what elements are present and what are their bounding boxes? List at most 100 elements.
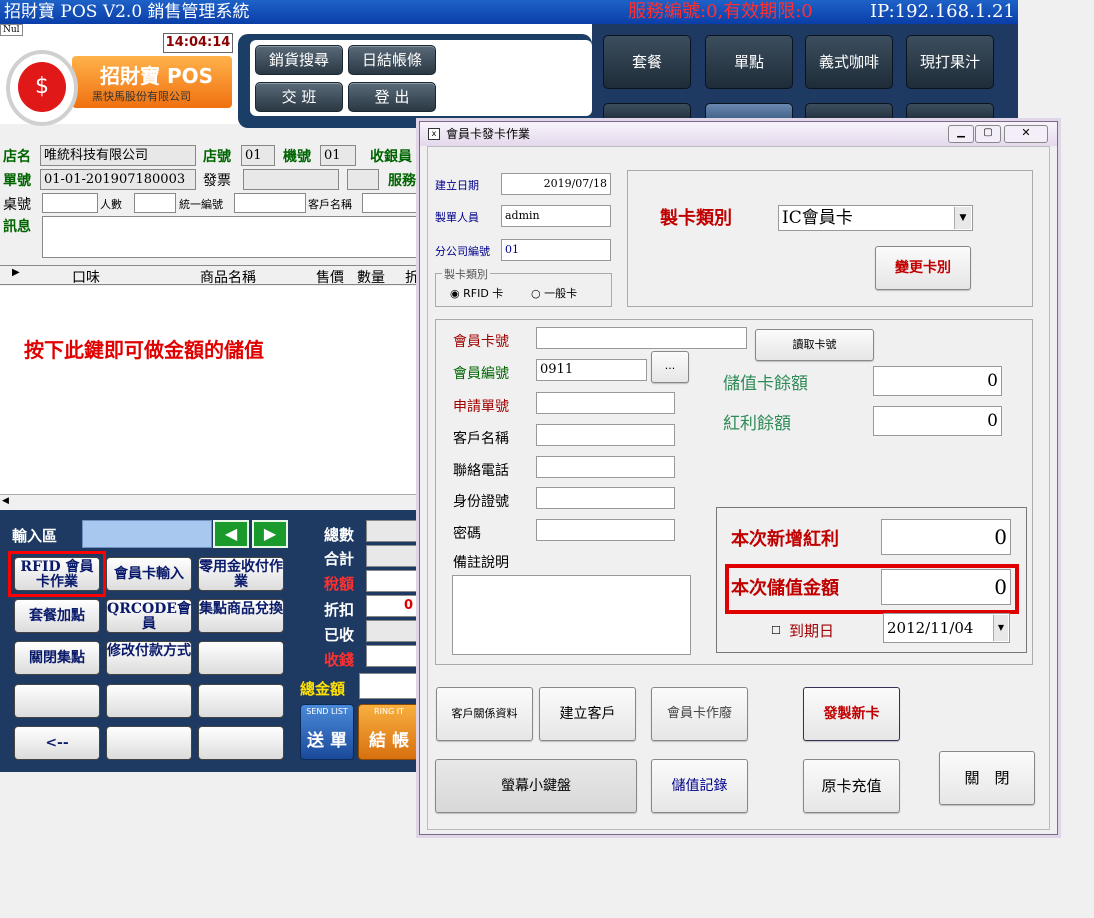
branch-field[interactable]: 01 [501, 239, 611, 261]
minimize-icon[interactable]: ▁ [948, 125, 974, 143]
arrow-left-button[interactable]: ◀ [213, 520, 249, 548]
issue-new-card-button[interactable]: 發製新卡 [803, 687, 900, 741]
close-points-button[interactable]: 關閉集點 [14, 641, 100, 675]
grand-total-field [359, 673, 420, 699]
radio-rfid[interactable]: ◉ RFID 卡 [450, 285, 503, 301]
change-card-type-button[interactable]: 變更卡別 [875, 246, 971, 290]
scroll-left-icon[interactable]: ◀ [2, 496, 9, 506]
people-input[interactable] [134, 193, 176, 213]
checkout-button[interactable]: RING IT 結 帳 [358, 704, 420, 760]
people-label: 人數 [100, 198, 122, 211]
logout-button[interactable]: 登 出 [348, 82, 436, 112]
id-number-label: 身份證號 [453, 494, 509, 510]
notes-textarea[interactable] [452, 575, 691, 655]
machine-label: 機號 [283, 149, 311, 165]
daily-report-button[interactable]: 日結帳條 [348, 45, 436, 75]
member-no-input[interactable]: 0911 [536, 359, 647, 381]
member-lookup-button[interactable]: ... [651, 351, 689, 383]
expiry-date-picker[interactable]: 2012/11/04 ▼ [883, 613, 1010, 643]
hint-text: 按下此鍵即可做金額的儲值 [24, 338, 264, 362]
password-input[interactable] [536, 519, 675, 541]
expiry-checkbox[interactable]: ☐ [771, 624, 781, 637]
close-button[interactable]: 關 閉 [939, 751, 1035, 805]
send-order-button[interactable]: SEND LIST 送 單 [300, 704, 354, 760]
petty-cash-button[interactable]: 零用金收付作業 [198, 557, 284, 591]
customer-relation-button[interactable]: 客戶關係資料 [436, 687, 533, 741]
new-bonus-input[interactable]: 0 [881, 519, 1011, 555]
tax-id-input[interactable] [234, 193, 306, 213]
order-grid[interactable] [0, 286, 420, 494]
blank-button-14[interactable] [106, 726, 192, 760]
read-card-button[interactable]: 讀取卡號 [755, 329, 874, 361]
blank-button-9[interactable] [198, 641, 284, 675]
received-label: 已收 [324, 626, 355, 644]
blank-button-12[interactable] [198, 684, 284, 718]
category-button-row2-4[interactable] [906, 103, 994, 123]
category-fresh-juice-button[interactable]: 現打果汁 [906, 35, 994, 89]
password-label: 密碼 [453, 526, 481, 542]
arrow-right-button[interactable]: ▶ [252, 520, 288, 548]
category-button-row2-1[interactable] [603, 103, 691, 123]
phone-input[interactable] [536, 456, 675, 478]
qrcode-member-button[interactable]: QRCODE會員 [106, 599, 192, 633]
stored-balance-label: 儲值卡餘額 [723, 374, 808, 394]
category-button-row2-2[interactable] [705, 103, 793, 123]
blank-button-10[interactable] [14, 684, 100, 718]
id-number-input[interactable] [536, 487, 675, 509]
discount-label: 折扣 [324, 601, 355, 619]
created-date-field[interactable]: 2019/07/18 [501, 173, 611, 195]
chevron-down-icon[interactable]: ▼ [993, 615, 1008, 641]
table-no-input[interactable] [42, 193, 98, 213]
close-icon[interactable]: ✕ [1004, 125, 1048, 143]
category-button-row2-3[interactable] [805, 103, 893, 123]
horizontal-scrollbar[interactable]: ◀ [0, 494, 420, 510]
sales-search-button[interactable]: 銷貨搜尋 [255, 45, 343, 75]
create-customer-button[interactable]: 建立客戶 [539, 687, 636, 741]
backspace-button[interactable]: <-- [14, 726, 100, 760]
set-meal-add-button[interactable]: 套餐加點 [14, 599, 100, 633]
member-card-no-input[interactable] [536, 327, 747, 349]
member-card-no-label: 會員卡號 [453, 334, 509, 350]
category-espresso-button[interactable]: 義式咖啡 [805, 35, 893, 89]
member-card-input-button[interactable]: 會員卡輸入 [106, 557, 192, 591]
blank-button-15[interactable] [198, 726, 284, 760]
onscreen-keyboard-button[interactable]: 螢幕小鍵盤 [435, 759, 637, 813]
stored-records-button[interactable]: 儲值記錄 [651, 759, 748, 813]
dialog-app-icon: x [428, 128, 440, 140]
member-no-label: 會員編號 [453, 366, 509, 382]
blank-button-11[interactable] [106, 684, 192, 718]
customer-name-input[interactable] [362, 193, 420, 213]
change-label: 收錢 [324, 651, 355, 669]
apply-no-label: 申請單號 [453, 399, 509, 415]
customer-name-input-dlg[interactable] [536, 424, 675, 446]
stored-amount-input[interactable]: 0 [881, 569, 1011, 605]
edit-payment-button[interactable]: 修改付款方式 [106, 641, 192, 675]
order-no-label: 單號 [3, 173, 31, 189]
expiry-date-value: 2012/11/04 [887, 619, 974, 637]
apply-no-input[interactable] [536, 392, 675, 414]
col-flavor: 口味 [72, 270, 100, 286]
category-single-item-button[interactable]: 單點 [705, 35, 793, 89]
recharge-button[interactable]: 原卡充值 [803, 759, 900, 813]
subtotal-field [366, 545, 420, 567]
send-label: 送 單 [307, 731, 347, 751]
points-redeem-button[interactable]: 集點商品兌換 [198, 599, 284, 633]
store-no-label: 店號 [203, 149, 231, 165]
card-category-select[interactable]: IC會員卡 ▼ [778, 205, 973, 231]
store-no-field: 01 [241, 145, 275, 166]
tax-field [366, 570, 420, 592]
table-no-label: 桌號 [3, 197, 31, 213]
shift-change-button[interactable]: 交 班 [255, 82, 343, 112]
subtotal-label: 合計 [324, 550, 355, 568]
message-label: 訊息 [3, 219, 31, 235]
category-set-meal-button[interactable]: 套餐 [603, 35, 691, 89]
void-card-button[interactable]: 會員卡作廢 [651, 687, 748, 741]
maximize-icon[interactable]: ▢ [975, 125, 1001, 143]
notes-label: 備註說明 [453, 555, 509, 571]
input-area-field[interactable] [82, 520, 212, 548]
radio-normal[interactable]: ○ 一般卡 [531, 285, 577, 301]
creator-field[interactable]: admin [501, 205, 611, 227]
bonus-balance-label: 紅利餘額 [723, 414, 791, 434]
chevron-down-icon[interactable]: ▼ [954, 207, 971, 229]
stored-amount-label: 本次儲值金額 [731, 578, 839, 599]
